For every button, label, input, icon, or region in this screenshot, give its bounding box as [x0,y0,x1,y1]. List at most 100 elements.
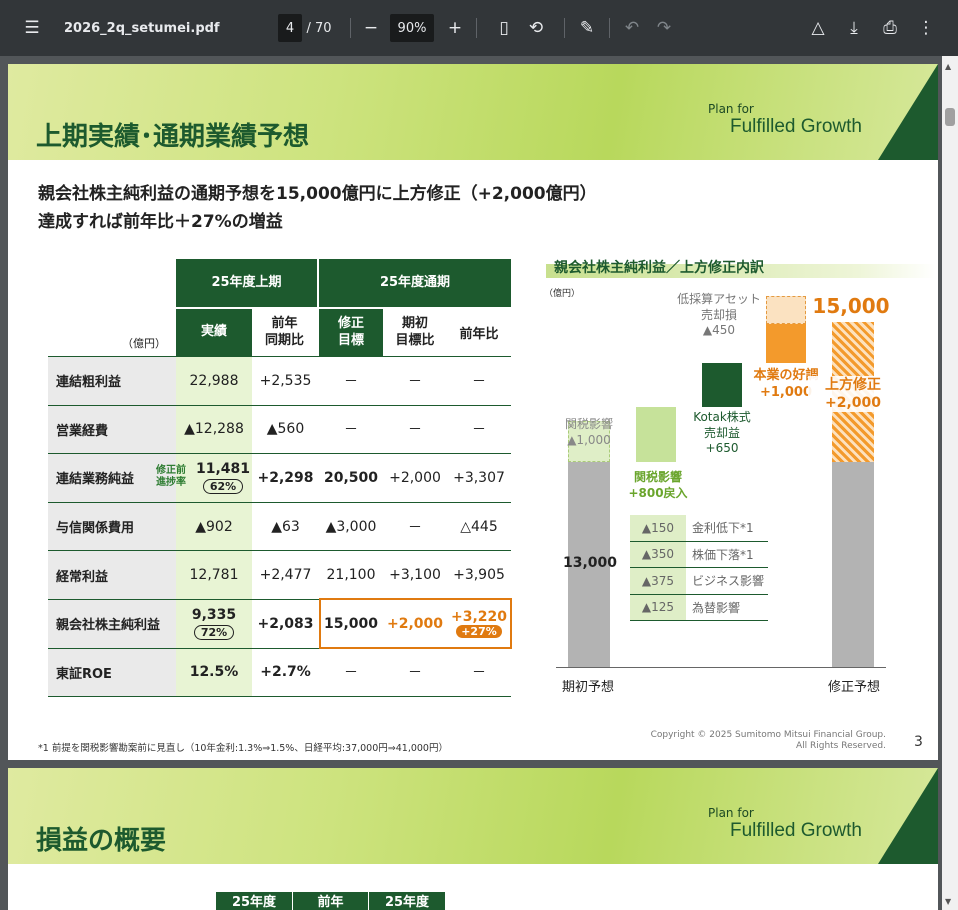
cell-actual: 12.5% [176,648,252,697]
breakdown-item: ▲150 金利低下*1 [630,515,768,542]
drive-icon[interactable]: △ [804,14,832,42]
row-divider [48,696,511,698]
headline-2: 達成すれば前年比＋27%の増益 [38,212,283,232]
label-initial-forecast: 期初予想 [561,680,614,695]
label-tariff-recovery: 関税影響 +800戻入 [628,470,688,500]
th-col-1: 25年度 [216,892,292,910]
cell-yoy-half-value: ▲63 [271,518,300,535]
row-label-value: 営業経費 [56,423,109,439]
draw-icon[interactable]: ✎ [573,14,601,42]
cell-yoy-full: － [447,649,511,697]
label-revised-forecast: 修正予想 [827,680,880,695]
cell-yoy-full: － [447,406,511,454]
cell-revised-target-value: ▲3,000 [325,518,377,535]
more-options-icon[interactable]: ⋮ [912,14,940,42]
breakdown-item: ▲125 為替影響 [630,594,768,621]
cell-actual-value: 12.5% [189,664,239,681]
brand-logo: Fulfilled Growth [730,820,862,841]
row-label-value: 連結業務純益 [56,472,135,488]
cell-vs-initial-value: +3,100 [389,567,441,584]
cell-revised-target-value: － [344,373,358,390]
page-number: 3 [914,734,923,750]
row-label: 与信関係費用 [48,502,176,551]
table-unit: （億円） [122,336,166,350]
zoom-in-icon[interactable]: + [441,14,469,42]
chart-axis [556,667,886,668]
cell-yoy-half-value: +2,477 [259,567,312,584]
pdf-toolbar: ☰ 2026_2q_setumei.pdf 4 / 70 − 90% + ▯ ⟲… [0,0,958,56]
th-yoy-half: 前年 同期比 [252,309,317,356]
th-col-2: 前年 [293,892,368,910]
th-group-h1: 25年度上期 [176,259,317,307]
zoom-out-icon[interactable]: − [357,14,385,42]
undo-icon[interactable]: ↶ [618,14,646,42]
label-upward-revision: 上方修正 +2,000 [808,376,898,413]
cell-yoy-half-value: +2,298 [257,469,314,486]
breakdown-value: ▲375 [630,568,686,594]
th-yoy-full: 前年比 [459,327,499,342]
vertical-scrollbar[interactable]: ▲ ▼ [942,56,958,910]
brand-tagline: Plan for [708,102,754,116]
cell-revised-target-value: － [344,665,358,682]
progress-rate-badge: 62% [202,479,244,495]
pdf-page-4: 損益の概要 Plan for Fulfilled Growth 25年度 前年 … [8,768,938,910]
row-label-value: 経常利益 [56,569,109,585]
cell-vs-initial: － [383,406,447,454]
row-label-value: 与信関係費用 [56,521,135,537]
cell-yoy-full-value: － [472,373,486,390]
breakdown-label: 為替影響 [692,600,741,615]
cell-revised-target: 20,500 [319,454,383,502]
cell-yoy-half-value: +2,535 [259,372,312,389]
scroll-down-icon[interactable]: ▼ [945,897,951,906]
row-label: 東証ROE [48,648,176,697]
cell-yoy-full: +3,307 [447,454,511,502]
cell-yoy-half: +2,298 [252,454,319,502]
row-label-value: 連結粗利益 [56,375,122,391]
print-icon[interactable]: ⎙ [876,14,904,42]
chart-title: 親会社株主純利益／上方修正内訳 [554,260,764,276]
cell-vs-initial-value: － [408,373,422,390]
cell-revised-target-value: 21,100 [326,567,376,584]
page-number-input[interactable]: 4 [278,14,302,42]
footnote: *1 前提を関税影響勘案前に見直し（10年金利:1.3%⇒1.5%、日経平均:3… [38,743,448,754]
cell-yoy-full: +3,905 [447,551,511,599]
bar-low-asset-loss [766,296,806,324]
zoom-input[interactable]: 90% [390,14,434,42]
menu-icon[interactable]: ☰ [18,14,46,42]
cell-revised-target: － [319,406,383,454]
pdf-viewer[interactable]: 上期実績･通期業績予想 Plan for Fulfilled Growth 親会… [0,56,942,910]
download-icon[interactable]: ⤓ [840,14,868,42]
rotate-icon[interactable]: ⟲ [522,14,550,42]
fit-page-icon[interactable]: ▯ [490,14,518,42]
cell-vs-initial: +2,000 [383,454,447,502]
row-label: 親会社株主純利益 [48,600,176,648]
cell-vs-initial-value: +2,000 [389,469,441,486]
th-group-full: 25年度通期 [319,259,511,307]
th-vs-initial: 期初 目標比 [395,316,435,348]
cell-vs-initial-value: － [408,422,422,439]
cell-actual: 12,781 [176,551,252,599]
cell-yoy-full-value: － [472,665,486,682]
redo-icon[interactable]: ↷ [650,14,678,42]
label-kotak: Kotak株式 売却益 +650 [693,410,751,456]
copyright-line-2: All Rights Reserved. [795,741,886,751]
page-title: 上期実績･通期業績予想 [36,122,310,152]
cell-yoy-half-value: +2,083 [257,615,314,632]
cell-yoy-full-value: － [472,422,486,439]
scrollbar-thumb[interactable] [945,108,955,126]
breakdown-item: ▲375 ビジネス影響 [630,568,768,595]
cell-actual-value: 11,481 [195,461,251,478]
cell-yoy-half: ▲560 [252,406,319,454]
breakdown-label: 金利低下*1 [692,521,754,536]
cell-vs-initial: +3,100 [383,551,447,599]
cell-revised-target: － [319,649,383,697]
cell-yoy-half: +2,477 [252,551,319,599]
scroll-up-icon[interactable]: ▲ [945,62,951,71]
th-col-3: 25年度 [369,892,445,910]
headline-1: 親会社株主純利益の通期予想を15,000億円に上方修正（+2,000億円） [38,184,597,204]
cell-yoy-half: ▲63 [252,503,319,551]
bar-revised-forecast [832,462,874,668]
cell-revised-target: 21,100 [319,551,383,599]
cell-yoy-half: +2.7% [252,649,319,697]
cell-actual: ▲902 [176,502,252,551]
